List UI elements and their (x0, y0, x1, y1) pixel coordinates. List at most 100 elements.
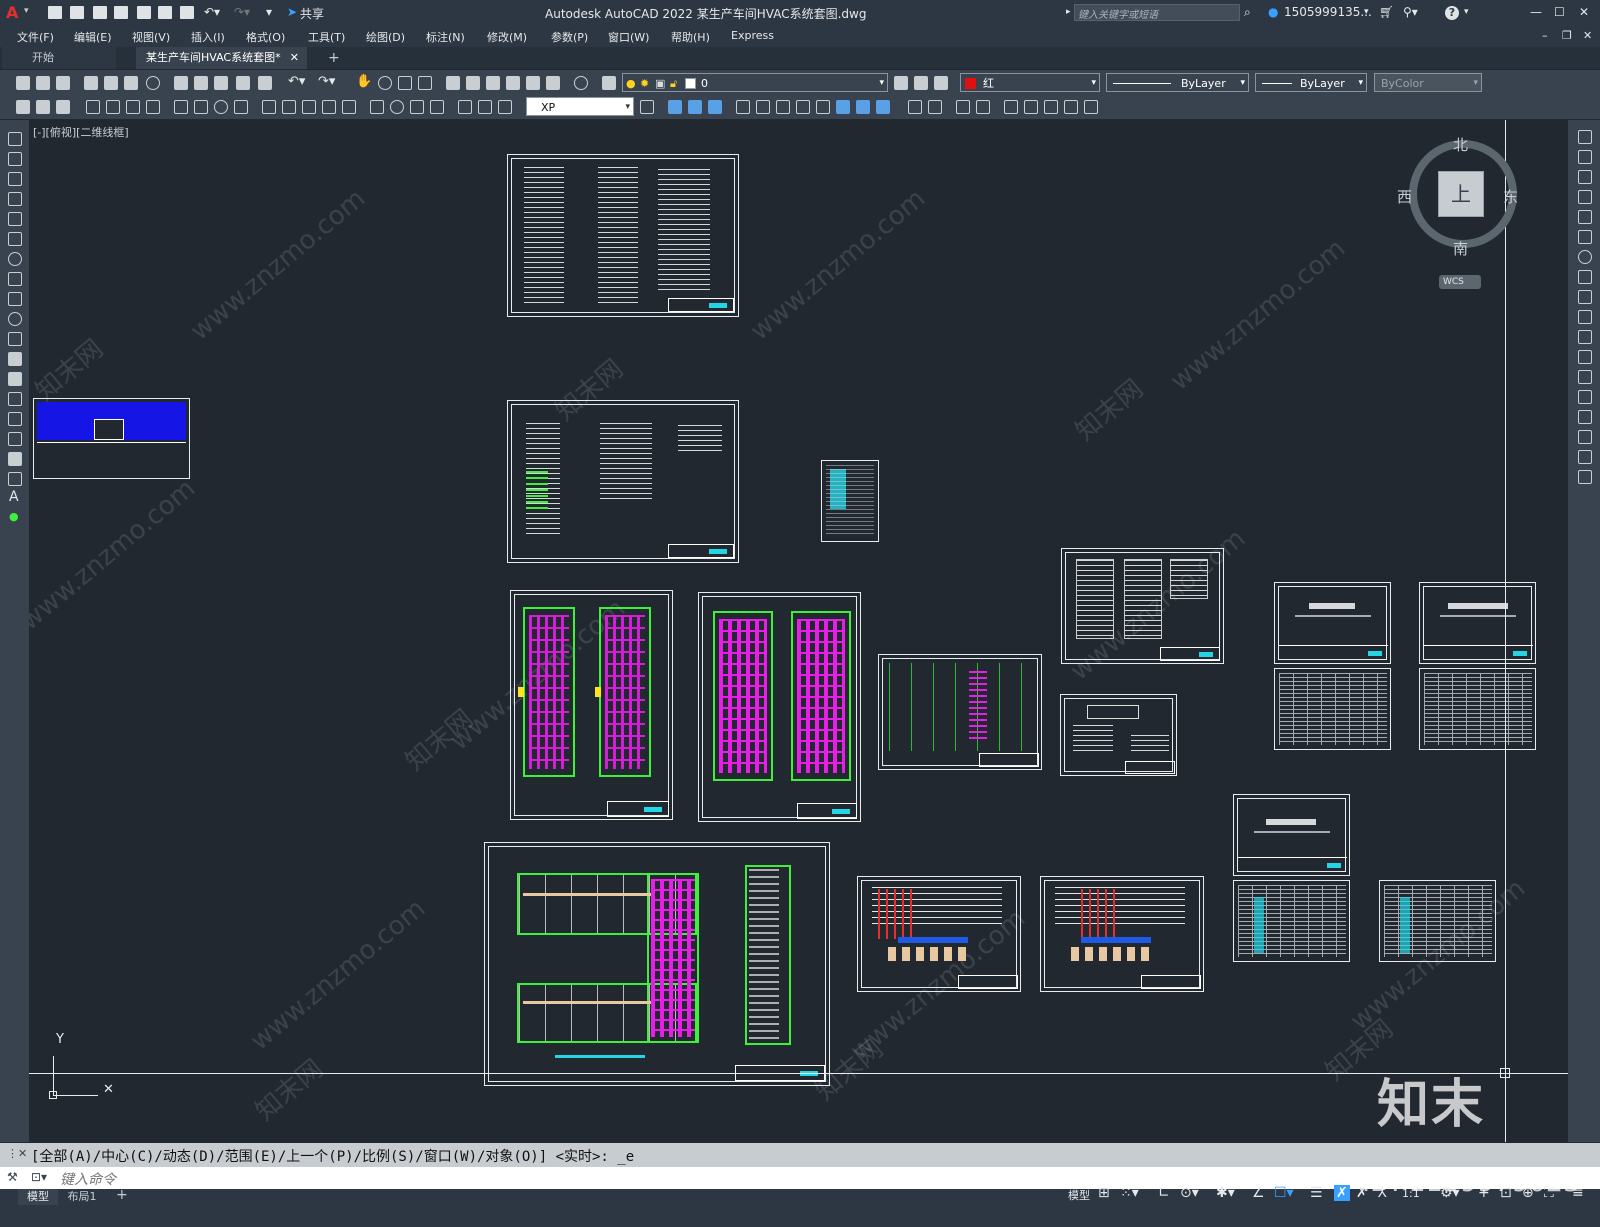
compass-south[interactable]: 南 (1453, 238, 1468, 259)
zoom-previous-icon[interactable] (418, 76, 432, 90)
break-icon[interactable] (908, 100, 922, 114)
chamfer-icon[interactable] (956, 100, 970, 114)
plot-preview-icon[interactable] (158, 6, 172, 19)
ellipse-icon[interactable] (8, 312, 22, 326)
point-icon[interactable] (8, 392, 22, 406)
maximize-icon[interactable]: ☐ (1554, 5, 1565, 19)
table-icon[interactable] (8, 472, 22, 486)
extend-r-icon[interactable] (1578, 330, 1592, 344)
minimize-icon[interactable]: — (1530, 5, 1542, 19)
offset-icon[interactable] (736, 100, 750, 114)
drawing-sheet-detail-1[interactable] (878, 654, 1042, 770)
calculator-icon[interactable] (546, 76, 560, 90)
publish-icon[interactable] (137, 6, 151, 19)
trim-r-icon[interactable] (1578, 310, 1592, 324)
user-name[interactable]: 1505999135... (1284, 5, 1372, 19)
baseline-dim-icon[interactable] (282, 100, 296, 114)
drawing-sheet-thumbnail[interactable] (33, 398, 190, 479)
angular-dim-icon[interactable] (234, 100, 248, 114)
scale-icon[interactable] (816, 100, 830, 114)
redo-tb-icon[interactable]: ↷▾ (318, 74, 335, 89)
revcloud-icon[interactable] (8, 272, 22, 286)
menu-insert[interactable]: 插入(I) (191, 29, 225, 45)
close-icon[interactable]: ✕ (1579, 5, 1589, 19)
spline-icon[interactable] (8, 292, 22, 306)
ordinate-dim-icon[interactable] (146, 100, 160, 114)
tab-drawing[interactable]: 某生产车间HVAC系统套图* ✕ (136, 47, 307, 69)
search-icon[interactable]: ⌕ (1244, 5, 1251, 20)
join-icon[interactable] (928, 100, 942, 114)
expand-chevron-icon[interactable]: ▸ (1066, 7, 1071, 17)
model-space-button[interactable]: 模型 (1068, 1187, 1090, 1203)
dim-update-icon[interactable] (498, 100, 512, 114)
dim-space-icon[interactable] (322, 100, 336, 114)
make-block-icon[interactable] (8, 372, 22, 386)
inspect-icon[interactable] (410, 100, 424, 114)
drawing-sheet-title-2[interactable] (1419, 582, 1536, 664)
share-icon[interactable]: ➤ (287, 5, 297, 19)
zoom-realtime-icon[interactable] (378, 76, 392, 90)
copy-obj-icon[interactable] (688, 100, 702, 114)
construction-line-icon[interactable] (8, 152, 22, 166)
gradient-icon[interactable] (8, 432, 22, 446)
linear-dim-icon[interactable] (86, 100, 100, 114)
cart-icon[interactable]: 🛒︎ (1379, 5, 1394, 19)
dim-text-edit-icon[interactable] (478, 100, 492, 114)
tool-a1-icon[interactable] (16, 100, 30, 114)
layer-previous-icon[interactable] (914, 76, 928, 90)
command-recent-icon[interactable]: ⊡▾ (31, 1170, 47, 1184)
diameter-dim-icon[interactable] (214, 100, 228, 114)
compass-west[interactable]: 西 (1397, 186, 1412, 207)
radius-dim-icon[interactable] (174, 100, 188, 114)
save-as-icon[interactable] (114, 6, 128, 19)
help-chevron-icon[interactable]: ▾ (1464, 7, 1469, 17)
open-file-icon[interactable] (36, 76, 50, 90)
annotation-visibility-icon[interactable]: ✗ (1334, 1185, 1350, 1201)
drawing-sheet-schematic-2[interactable] (1040, 876, 1204, 992)
viewcube-top-face[interactable]: 上 (1438, 171, 1484, 217)
center-mark-icon[interactable] (390, 100, 404, 114)
cut-icon[interactable] (174, 76, 188, 90)
user-icon[interactable]: ● (1268, 5, 1278, 19)
tab-layout1[interactable]: 布局1 (62, 1189, 102, 1205)
drawing-sheet-floorplan-a[interactable] (510, 590, 673, 820)
extend-icon[interactable] (876, 100, 890, 114)
menu-file[interactable]: 文件(F) (17, 29, 54, 45)
drawing-sheet-table-5[interactable] (1379, 880, 1496, 962)
layer-states-icon[interactable] (934, 76, 948, 90)
stretch-r-icon[interactable] (1578, 290, 1592, 304)
rectangle-icon[interactable] (8, 212, 22, 226)
drawing-sheet-floorplan-large[interactable] (484, 842, 830, 1086)
menu-view[interactable]: 视图(V) (132, 29, 170, 45)
drawing-sheet-legend[interactable] (821, 460, 879, 542)
add-selected-icon[interactable]: ● (9, 510, 19, 523)
publish-tb-icon[interactable] (124, 76, 138, 90)
drawing-sheet-table-2[interactable] (1274, 668, 1391, 750)
isodraft-icon[interactable]: ✱▾ (1216, 1185, 1235, 1201)
arc-icon[interactable] (8, 232, 22, 246)
array-icon[interactable] (756, 100, 770, 114)
menu-help[interactable]: 帮助(H) (671, 29, 710, 45)
customize-qat-icon[interactable]: ▾ (266, 5, 272, 19)
tool-palettes-icon[interactable] (486, 76, 500, 90)
region-icon[interactable] (8, 452, 22, 466)
doc-minimize-icon[interactable]: – (1542, 29, 1548, 42)
pan-icon[interactable]: ✋ (356, 74, 372, 89)
scale-r-icon[interactable] (1578, 270, 1592, 284)
mirror-r-icon[interactable] (1578, 170, 1592, 184)
drawing-sheet-title-1[interactable] (1274, 582, 1391, 664)
wrench-icon[interactable]: ⚒ (7, 1170, 18, 1184)
dim-edit-icon[interactable] (458, 100, 472, 114)
tolerance-icon[interactable] (370, 100, 384, 114)
lineweight-dropdown[interactable]: ByLayer ▾ (1255, 73, 1367, 92)
wcs-menu[interactable]: WCS (1439, 275, 1481, 289)
polygon-icon[interactable] (8, 192, 22, 206)
rotate-r-icon[interactable] (1578, 250, 1592, 264)
dim-break-icon[interactable] (342, 100, 356, 114)
insert-block-icon[interactable] (8, 352, 22, 366)
user-chevron-icon[interactable]: ▾ (1364, 7, 1369, 17)
menu-edit[interactable]: 编辑(E) (74, 29, 112, 45)
drawing-sheet-floorplan-b[interactable] (698, 592, 861, 822)
mtext-icon[interactable]: A (9, 489, 19, 505)
continue-dim-icon[interactable] (302, 100, 316, 114)
